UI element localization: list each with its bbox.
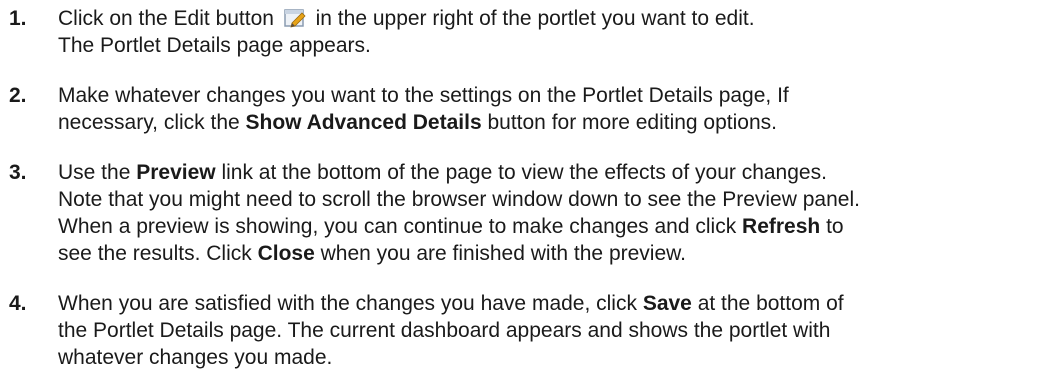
step-number: 2. [9,84,27,107]
ui-term-refresh: Refresh [742,215,821,238]
procedure-steps: 1. Click on the Edit button in the upper… [0,0,1060,385]
step-text-segment: when you are finished with the preview. [314,242,686,265]
step-line: Note that you might need to scroll the b… [58,188,860,211]
step-text-segment: Use the [58,161,137,184]
step-line: When you are satisfied with the changes … [58,290,1048,317]
ui-term-close: Close [257,242,315,265]
step-text-segment: Click on the Edit button [58,7,280,30]
step-text-segment: When you are satisfied with the changes … [58,292,643,315]
step-text: Click on the Edit button in the upper ri… [58,5,1048,59]
ui-term-show-advanced-details: Show Advanced Details [245,111,482,134]
step-text: Make whatever changes you want to the se… [58,82,1048,136]
step-text-segment: necessary, click the [58,111,246,134]
step-line: necessary, click the Show Advanced Detai… [58,109,1048,136]
step-line: Make whatever changes you want to the se… [58,84,789,107]
step-text-segment: see the results. Click [58,242,258,265]
step-line: see the results. Click Close when you ar… [58,240,1048,267]
edit-pencil-icon [284,8,306,28]
step-line: Click on the Edit button in the upper ri… [58,5,1048,32]
ui-term-preview: Preview [136,161,216,184]
step-line: whatever changes you made. [58,346,333,369]
step-line: the Portlet Details page. The current da… [58,319,831,342]
step-text-segment: to [820,215,844,238]
ui-term-save: Save [642,292,692,315]
step-text: Use the Preview link at the bottom of th… [58,159,1048,267]
step-text-segment: in the upper right of the portlet you wa… [309,7,755,30]
step-line: When a preview is showing, you can conti… [58,213,1048,240]
step-text-segment: at the bottom of [691,292,844,315]
step-line: Use the Preview link at the bottom of th… [58,159,1048,186]
step-number: 3. [9,161,27,184]
step-number: 4. [9,292,27,315]
step-text-segment: button for more editing options. [481,111,777,134]
step-text-segment: link at the bottom of the page to view t… [215,161,827,184]
step-text: When you are satisfied with the changes … [58,290,1048,371]
step-text-segment: When a preview is showing, you can conti… [58,215,743,238]
step-line: The Portlet Details page appears. [58,34,371,57]
step-number: 1. [9,7,27,30]
